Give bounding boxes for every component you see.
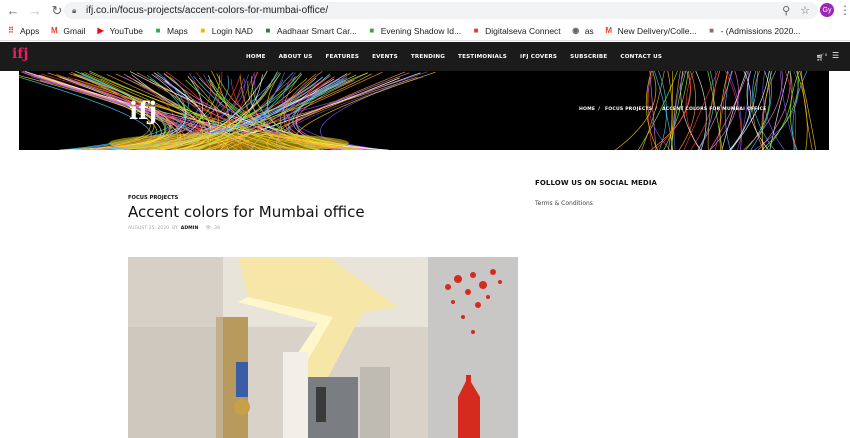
bookmark-label: New Delivery/Colle...	[617, 25, 697, 36]
bookmark-item[interactable]: ⠿ Apps	[6, 26, 39, 36]
site-logo[interactable]: ifj	[12, 46, 28, 68]
cart-icon[interactable]: 🛒︎0	[816, 52, 827, 61]
bookmarks-bar: ⠿ Apps M Gmail ▶ YouTube ■ Maps ■ Login NAD ■ Aadha…	[0, 21, 850, 41]
cart-count: 0	[824, 52, 828, 57]
bookmark-item[interactable]: ■ - (Admissions 2020...	[707, 25, 801, 36]
menu-item-testimonials[interactable]: TESTIMONIALS	[458, 54, 507, 60]
back-icon[interactable]: ←	[4, 2, 22, 20]
article-date: AUGUST 25, 2020	[128, 226, 170, 231]
menu-item-features[interactable]: FEATURES	[325, 54, 359, 60]
bookmark-item[interactable]: ■ Digitalseva Connect	[471, 26, 561, 36]
bookmark-star-icon[interactable]: ☆	[800, 4, 810, 17]
url-text[interactable]: ifj.co.in/focus-projects/accent-colors-f…	[86, 5, 328, 16]
globe-icon: ◉	[572, 26, 580, 35]
menu-item-home[interactable]: HOME	[246, 54, 266, 60]
bookmark-item[interactable]: ■ Aadhaar Smart Car...	[263, 25, 357, 36]
menu-item-about-us[interactable]: ABOUT US	[279, 54, 313, 60]
banner-logo: ifj	[129, 96, 158, 125]
bookmark-label: Aadhaar Smart Car...	[276, 25, 357, 36]
article-title: Accent colors for Mumbai office	[128, 203, 365, 221]
youtube-icon: ▶	[97, 26, 104, 35]
gmail-icon: M	[51, 26, 58, 35]
bookmark-item[interactable]: M New Delivery/Colle...	[604, 25, 697, 36]
site-header: ifj HOME ABOUT US FEATURES EVENTS TRENDING TE…	[0, 42, 850, 71]
bookmark-item[interactable]: ▶ YouTube	[96, 26, 143, 36]
browser-toolbar: ← → ↻ 🔒︎ ifj.co.in/focus-projects/accent…	[0, 0, 850, 21]
address-bar[interactable]: 🔒︎ ifj.co.in/focus-projects/accent-color…	[64, 2, 818, 19]
terms-link[interactable]: Terms & Conditions	[535, 200, 593, 207]
bookmark-label: as	[584, 25, 594, 36]
forward-icon[interactable]: →	[26, 2, 44, 20]
aadhaar-icon: ■	[265, 26, 271, 35]
breadcrumb-category[interactable]: FOCUS PROJECTS	[605, 107, 652, 112]
article-meta: AUGUST 25, 2020 BY ADMIN 👁︎ 38	[128, 226, 220, 231]
sidebar-heading: FOLLOW US ON SOCIAL MEDIA	[535, 179, 658, 187]
breadcrumb: HOME / FOCUS PROJECTS / ACCENT COLORS FOR …	[579, 107, 767, 112]
page-banner: ifj HOME / FOCUS PROJECTS / ACCENT COLORS …	[19, 71, 829, 150]
bookmark-item[interactable]: ■ Evening Shadow Id...	[367, 26, 461, 36]
bookmark-label: Maps	[166, 25, 188, 36]
lock-icon[interactable]: 🔒︎	[72, 6, 80, 15]
bookmark-item[interactable]: ◉ as	[571, 25, 594, 36]
digitalseva-icon: ■	[473, 26, 479, 35]
menu-item-trending[interactable]: TRENDING	[411, 54, 445, 60]
maps-icon: ■	[155, 26, 161, 35]
article-category[interactable]: FOCUS PROJECTS	[128, 195, 178, 201]
menu-item-contact-us[interactable]: CONTACT US	[620, 54, 662, 60]
breadcrumb-current: ACCENT COLORS FOR MUMBAI OFFICE	[662, 107, 767, 112]
menu-item-ifj-covers[interactable]: IFJ COVERS	[520, 54, 557, 60]
menu-item-events[interactable]: EVENTS	[372, 54, 398, 60]
bookmark-label: - (Admissions 2020...	[720, 25, 801, 36]
eye-icon: 👁︎	[205, 226, 212, 231]
article-author[interactable]: ADMIN	[181, 226, 199, 231]
hamburger-icon[interactable]: ☰	[832, 51, 839, 60]
nad-icon: ■	[200, 26, 206, 35]
apps-grid-icon: ⠿	[8, 26, 14, 35]
hostinger-icon: ■	[369, 26, 375, 35]
view-count: 38	[214, 226, 220, 231]
bookmark-label: Gmail	[63, 25, 86, 36]
bookmark-item[interactable]: ■ Maps	[153, 26, 188, 36]
bookmark-item[interactable]: ■ Login NAD	[198, 26, 253, 36]
bookmark-label: YouTube	[109, 25, 143, 36]
admissions-icon: ■	[709, 26, 714, 35]
bookmark-item[interactable]: M Gmail	[49, 25, 86, 36]
bookmark-label: Apps	[20, 25, 40, 36]
breadcrumb-home[interactable]: HOME	[579, 107, 595, 112]
office-interior-image	[128, 257, 518, 438]
bookmark-label: Digitalseva Connect	[485, 25, 561, 36]
bookmark-label: Evening Shadow Id...	[380, 25, 462, 36]
article-hero-image	[128, 257, 518, 438]
browser-menu-icon[interactable]: ⋮	[839, 3, 850, 17]
by-label: BY	[172, 226, 178, 231]
profile-avatar[interactable]: Gy	[820, 3, 834, 17]
main-menu: HOME ABOUT US FEATURES EVENTS TRENDING TESTIM…	[246, 42, 675, 71]
menu-item-subscribe[interactable]: SUBSCRIBE	[570, 54, 607, 60]
zoom-search-icon[interactable]: ⚲	[782, 4, 790, 17]
gmail-icon: M	[605, 26, 612, 35]
bookmark-label: Login NAD	[211, 25, 253, 36]
